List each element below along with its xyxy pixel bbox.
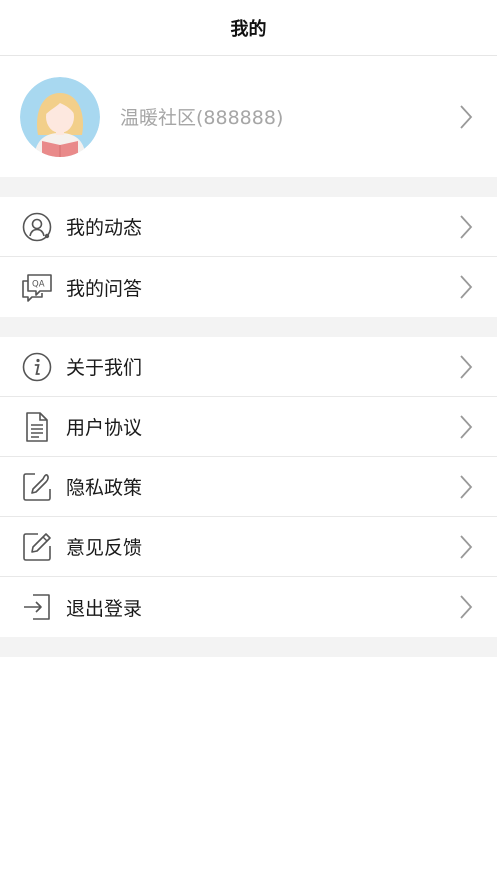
menu-item-privacy-policy[interactable]: 隐私政策: [0, 457, 497, 517]
menu-item-label: 隐私政策: [66, 477, 143, 499]
menu-item-label: 关于我们: [66, 357, 143, 379]
qa-chat-icon: QA: [20, 270, 54, 304]
info-icon: [20, 350, 54, 384]
menu-item-label: 用户协议: [66, 417, 143, 439]
menu-item-label: 退出登录: [66, 597, 143, 620]
menu-item-logout[interactable]: 退出登录: [0, 577, 497, 637]
chevron-right-icon: [455, 413, 477, 441]
edit-icon: [20, 530, 54, 564]
menu-item-feedback[interactable]: 意见反馈: [0, 517, 497, 577]
chevron-right-icon: [455, 473, 477, 501]
menu-item-label: 我的动态: [66, 217, 143, 239]
user-activity-icon: [20, 210, 54, 244]
avatar: [20, 76, 100, 157]
pen-sign-icon: [20, 470, 54, 504]
page-title: 我的: [230, 18, 267, 40]
chevron-right-icon: [455, 353, 477, 381]
profile-name: 温暖社区(888888): [120, 107, 284, 129]
menu-item-label: 我的问答: [66, 277, 143, 300]
section-separator: [0, 637, 497, 657]
chevron-right-icon: [455, 103, 477, 131]
menu-item-label: 意见反馈: [66, 537, 143, 559]
menu-item-about-us[interactable]: 关于我们: [0, 337, 497, 397]
chevron-right-icon: [455, 593, 477, 621]
profile-card[interactable]: 温暖社区(888888): [0, 56, 497, 177]
document-icon: [20, 410, 54, 444]
chevron-right-icon: [455, 213, 477, 241]
my-page: 我的 温暖社区(888888) 我的动态 QA 我的问答 关于我们 用户协议 隐…: [0, 0, 497, 883]
section-separator: [0, 177, 497, 197]
chevron-right-icon: [455, 533, 477, 561]
menu-item-user-agreement[interactable]: 用户协议: [0, 397, 497, 457]
menu-item-my-activity[interactable]: 我的动态: [0, 197, 497, 257]
navigation-bar: 我的: [0, 0, 497, 56]
section-separator: [0, 317, 497, 337]
menu-item-my-qa[interactable]: QA 我的问答: [0, 257, 497, 317]
chevron-right-icon: [455, 273, 477, 301]
svg-text:QA: QA: [32, 280, 45, 290]
logout-icon: [20, 590, 54, 624]
avatar-girl-icon: [20, 76, 100, 157]
